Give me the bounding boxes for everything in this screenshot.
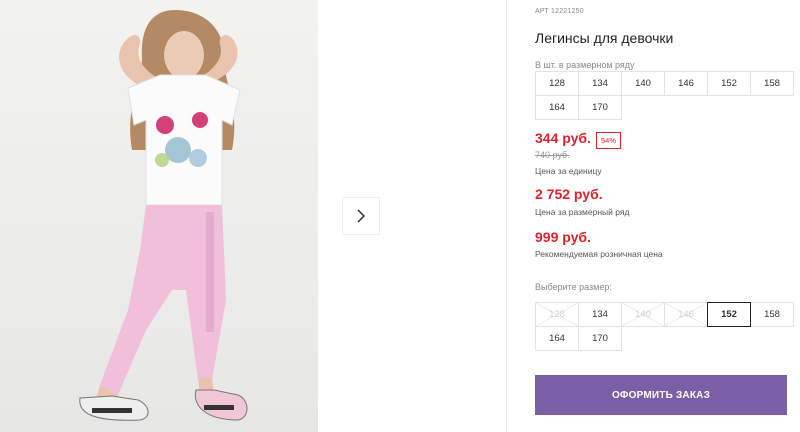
size-select-label: Выберите размер: (535, 282, 612, 292)
size-option-140: 140 (621, 302, 665, 327)
product-page: АРТ 12221250 Легинсы для девочки В шт. в… (0, 0, 800, 432)
vertical-divider (506, 0, 507, 432)
size-row-cell: 134 (578, 71, 622, 96)
gallery-next-button[interactable] (342, 197, 380, 235)
size-option-170[interactable]: 170 (578, 326, 622, 351)
chevron-right-icon (357, 209, 366, 223)
size-option-134[interactable]: 134 (578, 302, 622, 327)
discount-badge: 54% (596, 132, 622, 149)
size-option-128: 128 (535, 302, 579, 327)
retail-price-caption: Рекомендуемая розничная цена (535, 249, 663, 259)
size-row-cell: 170 (578, 95, 622, 120)
retail-price: 999 руб. (535, 229, 591, 245)
order-button[interactable]: ОФОРМИТЬ ЗАКАЗ (535, 375, 787, 415)
size-row-cell: 164 (535, 95, 579, 120)
article-number: АРТ 12221250 (535, 8, 584, 15)
girl-in-leggings-image (79, 10, 248, 421)
product-photo (0, 0, 318, 432)
size-row-grid: 128 134 140 146 152 158 164 170 (535, 71, 794, 120)
row-price-caption: Цена за размерный ряд (535, 207, 630, 217)
size-row-cell: 140 (621, 71, 665, 96)
old-price: 740 руб. (535, 150, 570, 160)
size-row-cell: 152 (707, 71, 751, 96)
size-option-164[interactable]: 164 (535, 326, 579, 351)
product-gallery (0, 0, 506, 432)
row-price: 2 752 руб. (535, 186, 603, 202)
size-row-note: В шт. в размерном ряду (535, 60, 635, 70)
size-option-152[interactable]: 152 (707, 302, 751, 327)
size-option-146: 146 (664, 302, 708, 327)
unit-price-caption: Цена за единицу (535, 166, 602, 176)
size-option-158[interactable]: 158 (750, 302, 794, 327)
size-row-cell: 146 (664, 71, 708, 96)
size-row-cell: 158 (750, 71, 794, 96)
product-title: Легинсы для девочки (535, 30, 674, 46)
unit-price: 344 руб. (535, 130, 591, 146)
size-row-cell: 128 (535, 71, 579, 96)
size-select-grid: 128 134 140 146 152 158 164 170 (535, 302, 794, 351)
